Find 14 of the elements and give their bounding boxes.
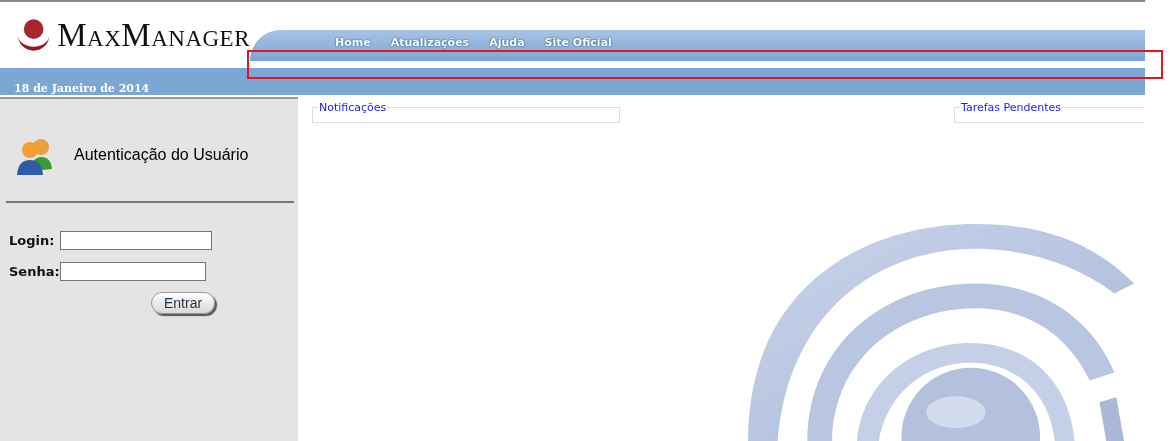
nav-link[interactable]: Ajuda	[489, 36, 525, 49]
input-field[interactable]	[59, 262, 206, 281]
login-title: Autenticação do Usuário	[74, 146, 249, 164]
field-label: Login:	[9, 233, 55, 248]
date-text: 18 de Janeiro de 2014	[13, 82, 150, 95]
nav-link[interactable]: Home	[335, 36, 371, 49]
panel-title: Notificações	[318, 101, 388, 114]
nav-link[interactable]: Atualizações	[390, 36, 470, 49]
enter-button[interactable]: Entrar	[151, 292, 216, 314]
panel-title: Tarefas Pendentes	[960, 101, 1063, 114]
logo-text: MaxManager	[57, 16, 250, 54]
nav-link[interactable]: Site Oficial	[544, 36, 612, 49]
input-field[interactable]	[60, 231, 213, 250]
field-label: Senha:	[9, 264, 60, 279]
